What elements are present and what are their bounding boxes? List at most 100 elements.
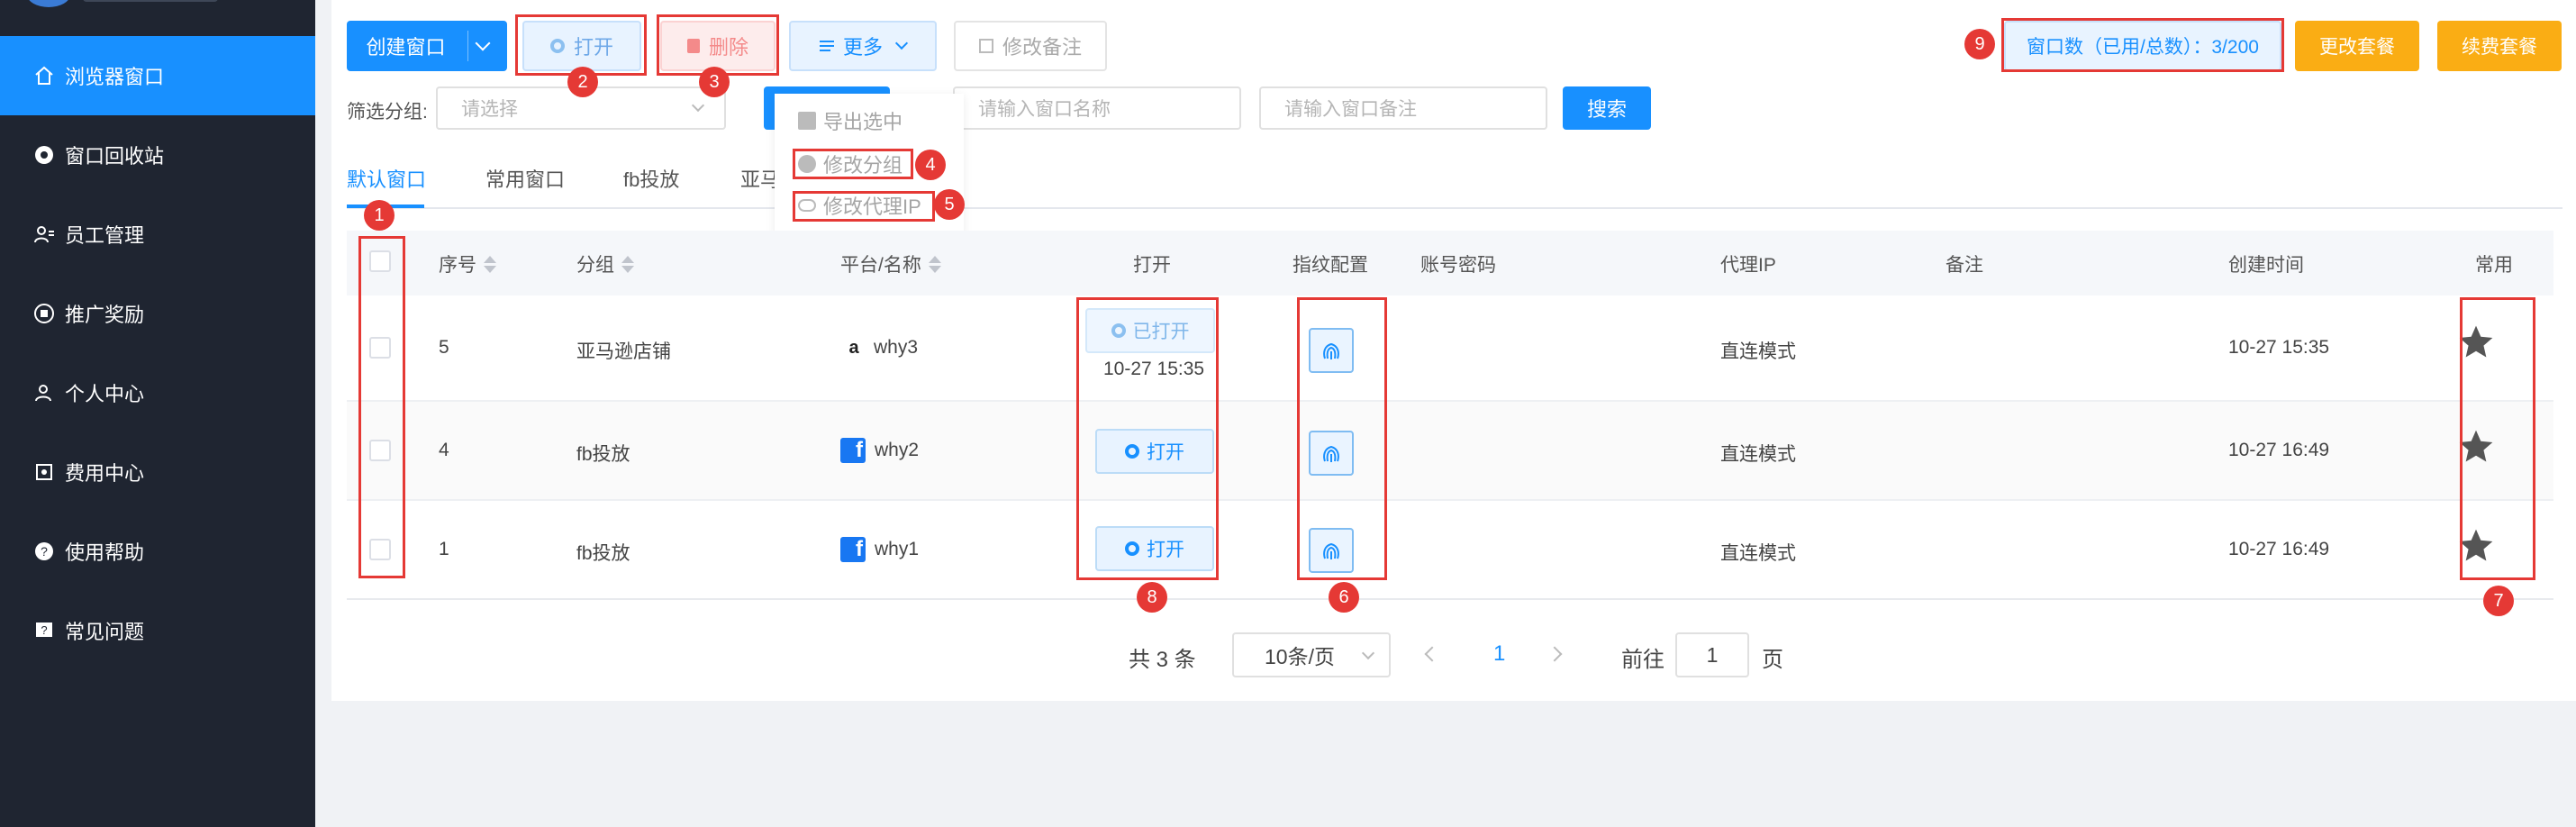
annotation-badge-8: 8 — [1137, 582, 1167, 613]
row-platform: f why2 — [840, 438, 919, 463]
edit-remark-button[interactable]: 修改备注 — [954, 21, 1107, 71]
search-button[interactable]: 搜索 — [1563, 86, 1651, 130]
row-name: why2 — [875, 440, 920, 460]
window-name-input[interactable]: 请输入窗口名称 — [953, 86, 1241, 130]
column-header-group[interactable]: 分组 — [576, 250, 634, 277]
sidebar-item-profile[interactable]: 个人中心 — [0, 353, 315, 432]
chevron-down-icon — [691, 98, 705, 113]
annotation-box-8 — [1076, 297, 1219, 580]
change-plan-label: 更改套餐 — [2319, 37, 2395, 58]
page-size-select[interactable]: 10条/页 — [1232, 632, 1391, 677]
sort-icon[interactable] — [484, 255, 496, 273]
row-group: 亚马逊店铺 — [576, 341, 671, 362]
create-window-button[interactable]: 创建窗口 — [347, 21, 507, 71]
row-created: 10-27 15:35 — [2228, 337, 2330, 358]
column-header-platform[interactable]: 平台/名称 — [840, 250, 941, 277]
sidebar-item-help[interactable]: ? 使用帮助 — [0, 512, 315, 591]
sidebar-item-label: 员工管理 — [65, 224, 145, 247]
change-plan-button[interactable]: 更改套餐 — [2295, 21, 2419, 71]
help-icon: ? — [32, 540, 56, 563]
chevron-down-icon[interactable] — [475, 35, 490, 51]
sidebar-item-browser-window[interactable]: 浏览器窗口 — [0, 36, 315, 115]
column-header-open: 打开 — [1133, 255, 1171, 276]
sort-icon[interactable] — [928, 255, 941, 273]
annotation-badge-9: 9 — [1964, 29, 1995, 59]
logo-icon — [27, 0, 70, 7]
column-header-label: 分组 — [576, 255, 614, 276]
sidebar: 浏览器窗口 窗口回收站 员工管理 推广奖励 个人中心 费用中心 ? 使用帮助 ?… — [0, 0, 315, 827]
users-icon — [32, 223, 56, 246]
sidebar-item-recycle[interactable]: 窗口回收站 — [0, 115, 315, 195]
page-size-value: 10条/页 — [1265, 645, 1335, 668]
current-page[interactable]: 1 — [1493, 641, 1505, 667]
sidebar-item-label: 使用帮助 — [65, 541, 145, 564]
row-proxy: 直连模式 — [1720, 341, 1796, 362]
home-icon — [32, 64, 56, 87]
wallet-icon — [32, 460, 56, 484]
create-window-label: 创建窗口 — [366, 36, 446, 59]
annotation-box-6 — [1297, 297, 1387, 580]
column-header-index[interactable]: 序号 — [439, 250, 496, 277]
column-header-proxy: 代理IP — [1720, 255, 1776, 276]
sidebar-item-label: 个人中心 — [65, 383, 145, 405]
row-index: 1 — [439, 539, 449, 559]
question-icon: ? — [32, 619, 56, 642]
row-name: why1 — [875, 539, 920, 559]
table-row[interactable]: 1 fb投放 f why1 打开 直连模式 10-27 16:49 — [347, 501, 2553, 600]
annotation-badge-4: 4 — [915, 150, 946, 180]
window-name-placeholder: 请输入窗口名称 — [978, 99, 1111, 120]
gift-icon — [32, 302, 56, 325]
logo-text — [83, 0, 218, 2]
tab-fb[interactable]: fb投放 — [623, 164, 679, 193]
window-remark-input[interactable]: 请输入窗口备注 — [1259, 86, 1547, 130]
pagination-total: 共 3 条 — [1129, 648, 1196, 672]
more-button[interactable]: 更多 — [789, 21, 937, 71]
annotation-badge-3: 3 — [699, 67, 730, 97]
edit-icon — [978, 39, 993, 53]
divider — [467, 31, 468, 61]
row-index: 5 — [439, 337, 449, 358]
table-row[interactable]: 5 亚马逊店铺 a why3 已打开 10-27 15:35 直连模式 10-2… — [347, 295, 2553, 402]
renew-plan-button[interactable]: 续费套餐 — [2437, 21, 2562, 71]
goto-label: 前往 — [1621, 648, 1664, 672]
column-header-account: 账号密码 — [1420, 255, 1496, 276]
amazon-icon: a — [848, 337, 859, 358]
svg-text:?: ? — [41, 544, 48, 559]
row-proxy: 直连模式 — [1720, 543, 1796, 564]
sidebar-item-label: 推广奖励 — [65, 304, 145, 326]
goto-page-input[interactable]: 1 — [1675, 632, 1749, 677]
menu-item-label: 导出选中 — [823, 111, 903, 133]
annotation-badge-2: 2 — [567, 67, 598, 97]
annotation-box-9 — [2001, 18, 2284, 72]
sidebar-item-label: 常见问题 — [65, 621, 145, 643]
annotation-box-4 — [793, 149, 913, 179]
row-group: fb投放 — [576, 444, 630, 465]
sidebar-item-faq[interactable]: ? 常见问题 — [0, 591, 315, 670]
menu-item-export[interactable]: 导出选中 — [798, 106, 903, 135]
row-platform: a why3 — [843, 337, 918, 359]
table-row[interactable]: 4 fb投放 f why2 打开 直连模式 10-27 16:49 — [347, 402, 2553, 501]
group-filter-label: 筛选分组: — [347, 102, 428, 123]
annotation-badge-1: 1 — [364, 200, 395, 231]
column-header-created: 创建时间 — [2228, 255, 2304, 276]
annotation-badge-5: 5 — [934, 189, 965, 220]
row-proxy: 直连模式 — [1720, 444, 1796, 465]
sort-icon[interactable] — [621, 255, 634, 273]
column-header-fingerprint: 指纹配置 — [1293, 255, 1368, 276]
row-group: fb投放 — [576, 543, 630, 564]
sidebar-item-billing[interactable]: 费用中心 — [0, 432, 315, 512]
sidebar-item-label: 费用中心 — [65, 462, 145, 485]
chrome-icon — [32, 143, 56, 167]
annotation-box-1 — [358, 236, 405, 578]
facebook-icon: f — [840, 438, 866, 463]
sidebar-item-label: 窗口回收站 — [65, 145, 165, 168]
tab-default-window[interactable]: 默认窗口 — [347, 164, 426, 193]
sidebar-item-promotion[interactable]: 推广奖励 — [0, 274, 315, 353]
sidebar-item-staff[interactable]: 员工管理 — [0, 195, 315, 274]
search-label: 搜索 — [1586, 98, 1627, 121]
list-icon — [819, 41, 834, 51]
tab-common-window[interactable]: 常用窗口 — [485, 164, 565, 193]
chevron-down-icon — [1361, 646, 1375, 660]
more-label: 更多 — [842, 36, 883, 59]
row-platform: f why1 — [840, 537, 919, 562]
